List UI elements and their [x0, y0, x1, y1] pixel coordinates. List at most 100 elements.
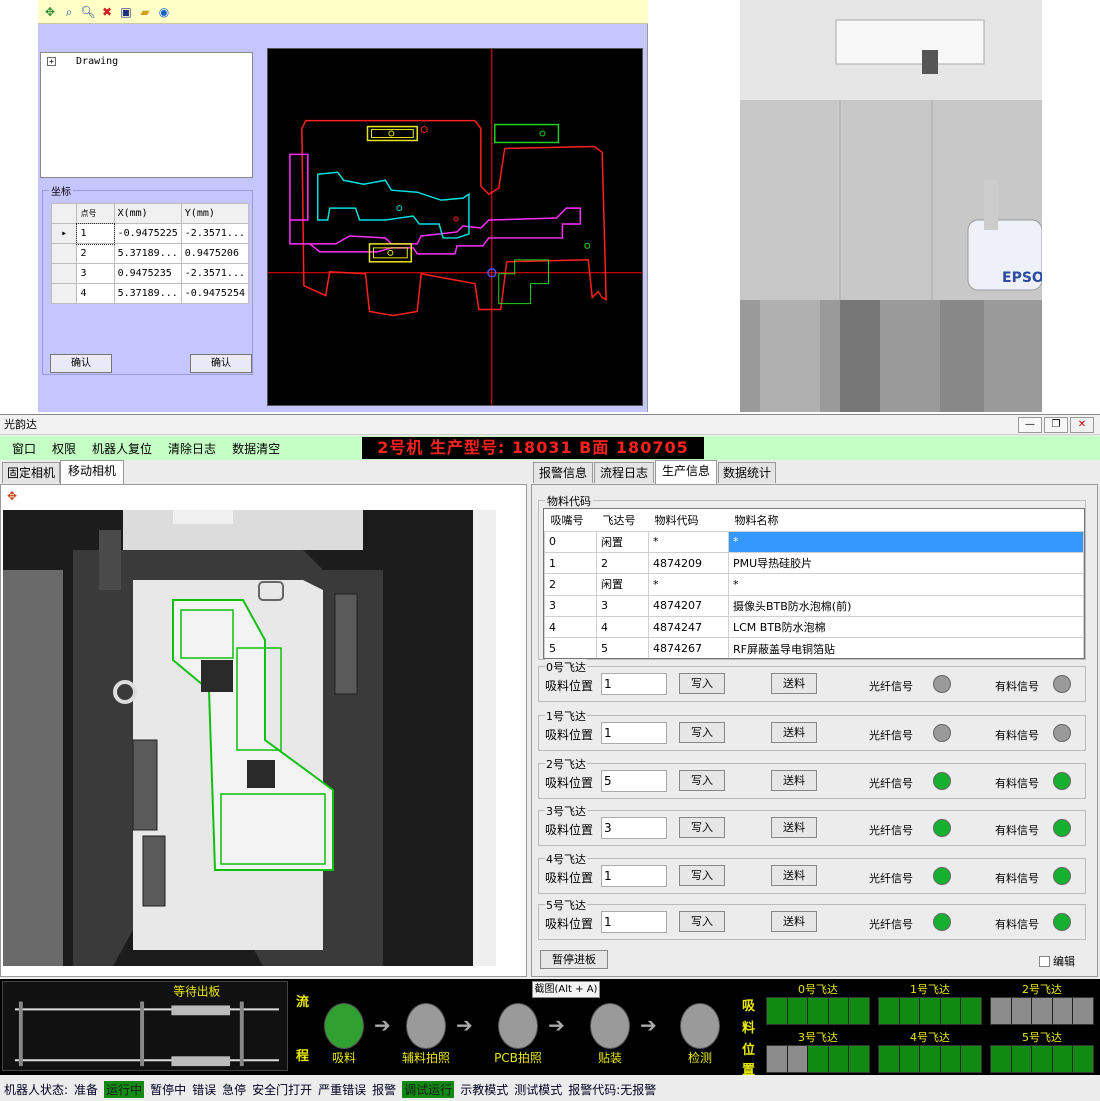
suction-position-input[interactable]: 1: [601, 722, 667, 744]
flow-step-circle: [590, 1003, 630, 1049]
fiber-signal-led: [933, 867, 951, 885]
feed-button[interactable]: 送料: [771, 770, 817, 791]
flow-side-label-1: 流: [296, 995, 310, 1010]
menu-robot-reset[interactable]: 机器人复位: [92, 440, 152, 457]
pause-board-button[interactable]: 暂停进板: [540, 950, 608, 969]
screenshot-tooltip: 截图(Alt + A): [532, 981, 600, 998]
move-tool-icon[interactable]: ✥: [7, 489, 17, 503]
flow-step-circle: [498, 1003, 538, 1049]
feed-button[interactable]: 送料: [771, 722, 817, 743]
confirm-button-right[interactable]: 确认: [190, 354, 252, 373]
feed-button[interactable]: 送料: [771, 817, 817, 838]
suction-position-input[interactable]: 1: [601, 673, 667, 695]
play-icon[interactable]: ◉: [156, 4, 172, 20]
write-button[interactable]: 写入: [679, 722, 725, 743]
material-row[interactable]: 0 闲置 * *: [544, 530, 1084, 553]
close-button[interactable]: ✕: [1070, 417, 1094, 433]
fiber-signal-label: 光纤信号: [869, 729, 913, 742]
mat-code: 4874267: [648, 637, 729, 658]
feed-button[interactable]: 送料: [771, 865, 817, 886]
material-signal-led: [1053, 772, 1071, 790]
zoom-icon[interactable]: 🔍︎: [80, 4, 96, 20]
tab-production-info[interactable]: 生产信息: [655, 460, 717, 484]
feeder-position-cell: [879, 998, 900, 1024]
coord-row[interactable]: 2 5.37189... 0.9475206: [50, 243, 250, 264]
move-icon[interactable]: ✥: [42, 4, 58, 20]
suction-position-label: 吸料位置: [545, 823, 594, 837]
suction-position-input[interactable]: 1: [601, 911, 667, 933]
confirm-button-left[interactable]: 确认: [50, 354, 112, 373]
suction-position-input[interactable]: 3: [601, 817, 667, 839]
feeder-position-cell: [808, 998, 829, 1024]
material-row[interactable]: 3 3 4874207 摄像头BTB防水泡棉(前): [544, 594, 1084, 618]
red-marker: [453, 216, 459, 222]
material-row[interactable]: 2 闲置 * *: [544, 573, 1084, 596]
feed-button[interactable]: 送料: [771, 673, 817, 694]
feeder-name: 4号飞达: [545, 851, 587, 867]
cad-drawing-canvas[interactable]: [267, 48, 643, 406]
rail-middle: [840, 300, 880, 412]
coord-row[interactable]: ▸ 1 -0.9475225 -2.3571...: [50, 222, 250, 245]
tree-expand-icon[interactable]: +: [47, 56, 56, 66]
zoom-window-icon[interactable]: ⌕: [61, 4, 77, 20]
feeder-position-block: [878, 997, 982, 1025]
drawing-tree[interactable]: + Drawing: [40, 52, 253, 178]
write-button[interactable]: 写入: [679, 673, 725, 694]
feeder-position-cell: [1011, 1046, 1033, 1072]
flow-step-circle: [680, 1003, 720, 1049]
maximize-button[interactable]: ❐: [1044, 417, 1068, 433]
write-button[interactable]: 写入: [679, 770, 725, 791]
write-button[interactable]: 写入: [679, 911, 725, 932]
tree-root-label[interactable]: Drawing: [76, 56, 118, 67]
material-table-box: 吸嘴号 飞达号 物料代码 物料名称 0 闲置 * * 1 2 4874209 PMU导热硅胶片…: [543, 508, 1085, 659]
tab-statistics[interactable]: 数据统计: [718, 462, 776, 483]
camera-image[interactable]: [3, 510, 496, 966]
open-folder-icon[interactable]: ▰: [137, 4, 153, 20]
edit-checkbox[interactable]: 编辑: [1039, 953, 1075, 969]
material-row[interactable]: 5 5 4874267 RF屏蔽盖导电铜箔贴: [544, 637, 1084, 658]
suction-position-input[interactable]: 1: [601, 865, 667, 887]
flow-step-label: 辅料拍照: [401, 1051, 450, 1065]
feeder-name: 3号飞达: [545, 803, 587, 819]
feeder-position-cell: [808, 1046, 829, 1072]
coord-y: 0.9475206: [180, 243, 250, 264]
feeder-position-cell: [879, 1046, 900, 1072]
fiber-signal-label: 光纤信号: [869, 824, 913, 837]
tab-flow-log[interactable]: 流程日志: [594, 462, 654, 483]
connector-top: [99, 530, 121, 590]
material-row[interactable]: 1 2 4874209 PMU导热硅胶片: [544, 551, 1084, 575]
tab-alarm-info[interactable]: 报警信息: [533, 462, 593, 483]
feeder-4-group: 4号飞达 吸料位置 1 写入 送料 光纤信号 有料信号: [538, 851, 1086, 894]
menu-clear-log[interactable]: 清除日志: [168, 440, 216, 457]
material-signal-label: 有料信号: [995, 729, 1039, 742]
tab-fixed-camera[interactable]: 固定相机: [2, 462, 60, 483]
feeder-position-cell: [1073, 998, 1093, 1024]
tab-mobile-camera[interactable]: 移动相机: [60, 460, 124, 484]
coord-row[interactable]: 3 0.9475235 -2.3571...: [50, 263, 250, 284]
material-row[interactable]: 4 4 4874247 LCM BTB防水泡棉: [544, 616, 1084, 639]
feed-button[interactable]: 送料: [771, 911, 817, 932]
yellow-pad-top: [366, 125, 418, 142]
menu-clear-data[interactable]: 数据清空: [232, 440, 280, 457]
mat-name: LCM BTB防水泡棉: [728, 616, 1084, 639]
coord-row[interactable]: 4 5.37189... -0.9475254: [50, 283, 250, 304]
write-button[interactable]: 写入: [679, 817, 725, 838]
suction-position-input[interactable]: 5: [601, 770, 667, 792]
edit-checkbox-box[interactable]: [1039, 955, 1050, 967]
write-button[interactable]: 写入: [679, 865, 725, 886]
delete-icon[interactable]: ✖: [99, 4, 115, 20]
feeder-position-cell: [920, 1046, 941, 1072]
menu-window[interactable]: 窗口: [12, 440, 36, 457]
status-item: 报警: [372, 1082, 397, 1097]
save-icon[interactable]: ▣: [118, 4, 134, 20]
minimize-button[interactable]: —: [1018, 417, 1042, 433]
material-group: 物料代码 吸嘴号 飞达号 物料代码 物料名称 0 闲置 * * 1 2 4874209 PMU…: [538, 493, 1086, 660]
material-signal-label: 有料信号: [995, 824, 1039, 837]
coord-group: 坐标 点号 X(mm) Y(mm) ▸ 1 -0.9475225 -2.3571...…: [42, 183, 253, 375]
coord-x: 5.37189...: [113, 283, 182, 304]
green-pad-top: [494, 123, 560, 144]
coord-legend: 坐标: [49, 183, 73, 198]
menu-permission[interactable]: 权限: [52, 440, 76, 457]
status-item: 运行中: [104, 1080, 145, 1098]
coord-id: 1: [75, 222, 116, 245]
